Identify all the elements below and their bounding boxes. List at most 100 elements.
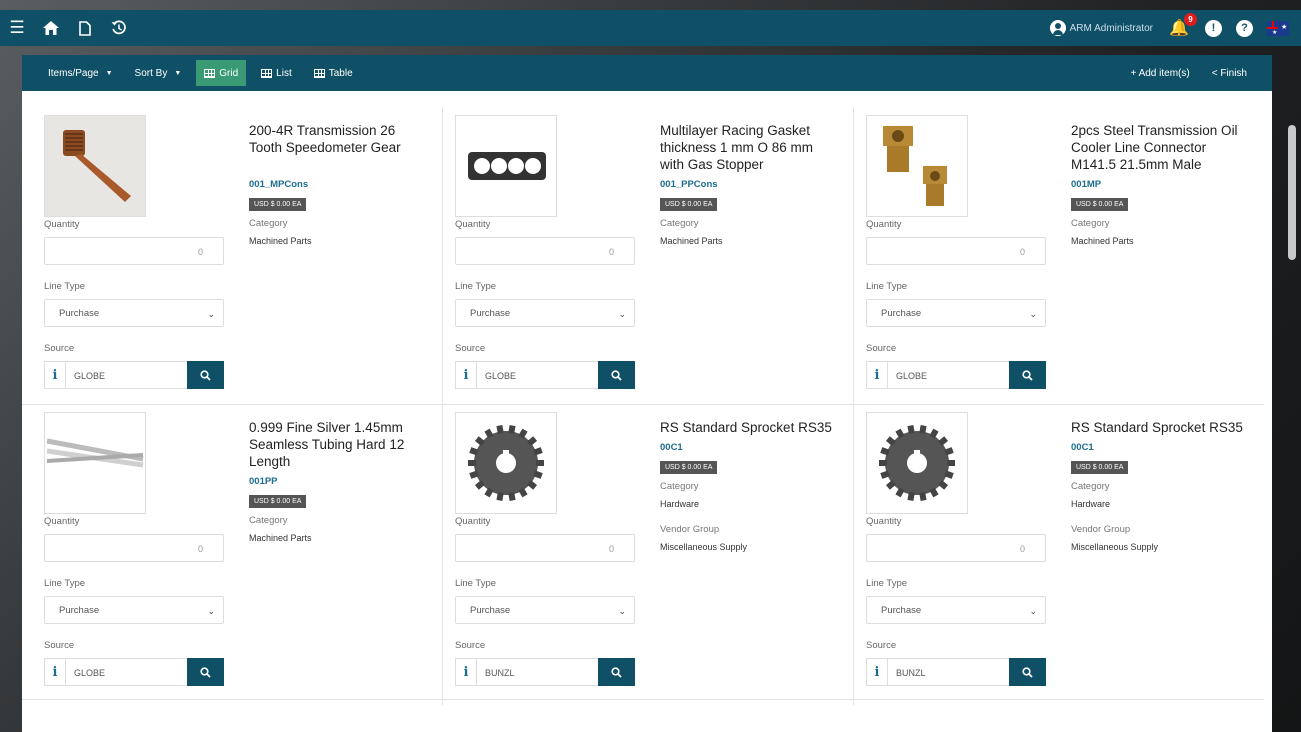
add-items-button[interactable]: + Add item(s): [1120, 55, 1201, 91]
line-type-select[interactable]: Purchase ⌄: [455, 596, 635, 624]
product-image[interactable]: [455, 412, 557, 514]
user-menu[interactable]: ARM Administrator: [1049, 20, 1153, 36]
quantity-label: Quantity: [44, 516, 80, 527]
alert-icon[interactable]: !: [1205, 19, 1222, 37]
list-view-button[interactable]: List: [250, 55, 303, 91]
quantity-input[interactable]: 0: [866, 534, 1046, 562]
australia-flag-icon[interactable]: ★ ★: [1267, 20, 1289, 36]
source-value[interactable]: GLOBE: [65, 362, 187, 388]
source-field: i BUNZL: [455, 658, 635, 686]
source-label: Source: [44, 343, 75, 354]
source-value[interactable]: BUNZL: [887, 659, 1009, 685]
source-field: i GLOBE: [866, 361, 1046, 389]
scrollbar[interactable]: [1288, 125, 1296, 260]
quantity-label: Quantity: [866, 516, 902, 527]
search-button[interactable]: [1009, 658, 1046, 686]
category-label: Category: [249, 515, 288, 526]
product-image[interactable]: [44, 412, 146, 514]
product-title[interactable]: RS Standard Sprocket RS35: [1071, 419, 1246, 436]
source-field: i GLOBE: [455, 361, 635, 389]
product-image[interactable]: [866, 412, 968, 514]
product-code[interactable]: 001PP: [249, 476, 278, 487]
vendor-group-label: Vendor Group: [1071, 524, 1131, 535]
price-badge: USD $ 0.00 EA: [249, 198, 307, 211]
search-button[interactable]: [1009, 361, 1046, 389]
line-type-select[interactable]: Purchase ⌄: [866, 596, 1046, 624]
chevron-down-icon: ⌄: [618, 606, 626, 616]
product-card: Quantity 0 Line Type Purchase ⌄ Source i…: [22, 404, 432, 700]
chevron-down-icon: ⌄: [1029, 309, 1037, 319]
product-image[interactable]: [44, 115, 146, 217]
chevron-down-icon: ⌄: [207, 309, 215, 319]
line-type-select[interactable]: Purchase ⌄: [866, 299, 1046, 327]
chevron-down-icon: ⌄: [1029, 606, 1037, 616]
notifications-button[interactable]: 🔔 9: [1167, 13, 1197, 38]
product-image[interactable]: [455, 115, 557, 217]
search-button[interactable]: [187, 361, 224, 389]
product-title[interactable]: Multilayer Racing Gasket thickness 1 mm …: [660, 122, 835, 173]
product-code[interactable]: 001_PPCons: [660, 179, 718, 190]
document-icon[interactable]: [68, 10, 102, 46]
source-value[interactable]: GLOBE: [887, 362, 1009, 388]
chevron-down-icon: ⌄: [618, 309, 626, 319]
line-type-select[interactable]: Purchase ⌄: [44, 299, 224, 327]
search-icon: [611, 369, 622, 381]
catalog-panel: Items/Page ▼ Sort By ▼ Grid List Table + A…: [22, 55, 1272, 732]
quantity-label: Quantity: [455, 219, 491, 230]
category-label: Category: [1071, 218, 1110, 229]
quantity-input[interactable]: 0: [455, 534, 635, 562]
info-icon[interactable]: i: [45, 665, 65, 680]
help-icon[interactable]: ?: [1236, 19, 1253, 37]
quantity-input[interactable]: 0: [455, 237, 635, 265]
line-type-value: Purchase: [881, 308, 922, 319]
line-type-value: Purchase: [881, 605, 922, 616]
product-code[interactable]: 00C1: [660, 442, 683, 453]
product-title[interactable]: 200-4R Transmission 26 Tooth Speedometer…: [249, 122, 424, 156]
sort-by-dropdown[interactable]: Sort By ▼: [124, 55, 193, 91]
quantity-input[interactable]: 0: [44, 237, 224, 265]
product-code[interactable]: 00C1: [1071, 442, 1094, 453]
category-value: Hardware: [1071, 499, 1111, 509]
search-button[interactable]: [187, 658, 224, 686]
product-code[interactable]: 001_MPCons: [249, 179, 308, 190]
line-type-label: Line Type: [44, 578, 86, 589]
category-value: Machined Parts: [249, 236, 312, 246]
info-icon[interactable]: i: [456, 368, 476, 383]
search-icon: [1022, 666, 1033, 678]
grid-view-button[interactable]: Grid: [196, 60, 247, 86]
history-icon[interactable]: [102, 10, 136, 46]
product-title[interactable]: 2pcs Steel Transmission Oil Cooler Line …: [1071, 122, 1246, 173]
source-label: Source: [44, 640, 75, 651]
app-header: ☰ ARM Administrator 🔔 9 ! ? ★ ★: [0, 10, 1301, 46]
source-value[interactable]: GLOBE: [476, 362, 598, 388]
quantity-input[interactable]: 0: [866, 237, 1046, 265]
table-view-button[interactable]: Table: [303, 55, 364, 91]
product-title[interactable]: 0.999 Fine Silver 1.45mm Seamless Tubing…: [249, 419, 424, 470]
menu-icon[interactable]: ☰: [0, 10, 34, 46]
info-icon[interactable]: i: [867, 665, 887, 680]
product-code[interactable]: 001MP: [1071, 179, 1101, 190]
finish-button[interactable]: < Finish: [1201, 55, 1258, 91]
category-value: Machined Parts: [249, 533, 312, 543]
quantity-input[interactable]: 0: [44, 534, 224, 562]
chevron-down-icon: ⌄: [207, 606, 215, 616]
product-title[interactable]: RS Standard Sprocket RS35: [660, 419, 835, 436]
product-image[interactable]: [866, 115, 968, 217]
info-icon[interactable]: i: [45, 368, 65, 383]
quantity-label: Quantity: [455, 516, 491, 527]
info-icon[interactable]: i: [867, 368, 887, 383]
vendor-group-value: Miscellaneous Supply: [1071, 542, 1159, 552]
line-type-label: Line Type: [866, 578, 908, 589]
line-type-select[interactable]: Purchase ⌄: [44, 596, 224, 624]
search-button[interactable]: [598, 658, 635, 686]
items-per-page-dropdown[interactable]: Items/Page ▼: [37, 55, 124, 91]
search-button[interactable]: [598, 361, 635, 389]
category-label: Category: [660, 481, 699, 492]
info-icon[interactable]: i: [456, 665, 476, 680]
quantity-label: Quantity: [44, 219, 80, 230]
line-type-select[interactable]: Purchase ⌄: [455, 299, 635, 327]
source-value[interactable]: BUNZL: [476, 659, 598, 685]
source-field: i BUNZL: [866, 658, 1046, 686]
source-value[interactable]: GLOBE: [65, 659, 187, 685]
home-icon[interactable]: [34, 10, 68, 46]
